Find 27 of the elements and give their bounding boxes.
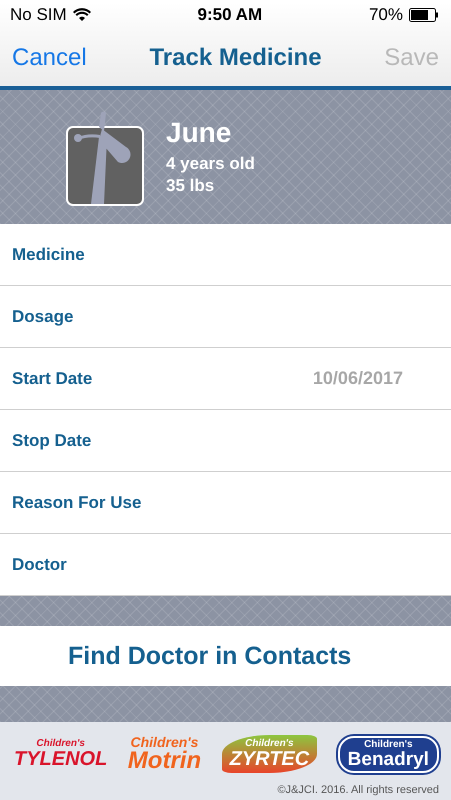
form-field[interactable]: Start Date 10/06/2017 (0, 348, 451, 410)
battery-icon (409, 8, 439, 22)
field-label: Stop Date (12, 430, 92, 450)
brand-logo: Children's ZYRTEC (222, 735, 318, 773)
battery-percent: 70% (368, 5, 403, 25)
brand-logo: Children's Benadryl (338, 736, 439, 772)
child-age: 4 years old (166, 153, 255, 175)
form-field[interactable]: Dosage (0, 286, 451, 348)
brand-logo: Children's TYLENOL (14, 739, 108, 769)
form-field[interactable]: Stop Date (0, 410, 451, 472)
field-label: Medicine (12, 244, 85, 264)
brand-logo: Children's Motrin (128, 735, 202, 773)
field-label: Start Date (12, 368, 92, 388)
field-label: Reason For Use (12, 492, 142, 512)
field-label: Doctor (12, 554, 67, 574)
field-label: Dosage (12, 306, 74, 326)
carrier-text: No SIM (10, 5, 67, 25)
cancel-button[interactable]: Cancel (12, 44, 87, 72)
field-value: 10/06/2017 (312, 368, 403, 389)
screen-title: Track Medicine (149, 44, 322, 72)
child-weight: 35 lbs (166, 175, 216, 197)
copyright-text: ©J&JCI. 2016. All rights reserved (277, 784, 439, 796)
form-field[interactable]: Reason For Use (0, 472, 451, 534)
form-field[interactable]: Medicine (0, 224, 451, 286)
clock-text: 9:50 AM (198, 5, 262, 25)
child-name: June (166, 117, 232, 149)
wifi-icon (72, 8, 91, 22)
